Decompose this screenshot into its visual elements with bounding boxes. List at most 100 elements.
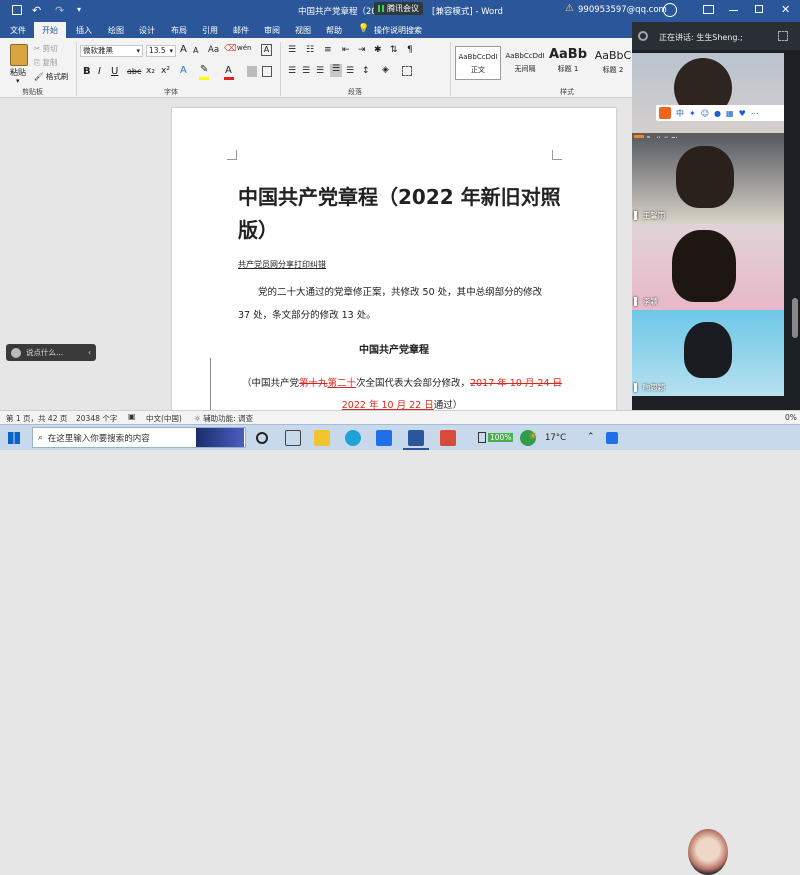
weather-temp[interactable]: 17°C (545, 433, 566, 443)
chat-bubble[interactable]: 说点什么... ‹ (6, 344, 96, 361)
word-count[interactable]: 20348 个字 (76, 413, 117, 424)
edge-icon[interactable] (345, 430, 361, 446)
distribute-icon[interactable]: ☰ (346, 66, 354, 76)
redo-icon[interactable]: ↷ (55, 4, 64, 17)
participant-name: ▌ 李颖 (634, 297, 658, 306)
minimize-icon[interactable] (729, 10, 738, 11)
zoom-level[interactable]: 0% (785, 413, 797, 422)
tab-home[interactable]: 开始 (34, 22, 66, 38)
tab-view[interactable]: 视图 (295, 25, 311, 36)
paste-dropdown-icon[interactable]: ▾ (16, 77, 20, 85)
grow-font-button[interactable]: A (180, 44, 187, 55)
highlight-icon[interactable]: ✎ (200, 64, 208, 75)
widgets-icon[interactable] (285, 430, 301, 446)
font-size-select[interactable]: 13.5 ▾ (146, 45, 176, 57)
save-icon[interactable] (12, 5, 22, 15)
shading-icon[interactable]: ◈ (382, 65, 389, 75)
italic-button[interactable]: I (98, 66, 101, 77)
panel-scrollbar[interactable] (792, 298, 798, 338)
ime-toolbar[interactable]: 中 ✦ ☺ ● ▦ ♥ ⋯ (656, 105, 784, 121)
page-count[interactable]: 第 1 页，共 42 页 (6, 413, 67, 424)
change-case-button[interactable]: Aa (208, 45, 219, 55)
show-marks-icon[interactable]: ¶ (407, 45, 413, 55)
style-no-spacing[interactable]: AaBbCcDdI 无间隔 (502, 46, 548, 80)
shrink-font-button[interactable]: A (193, 46, 198, 55)
cut-button[interactable]: ✂ 剪切 (34, 43, 58, 54)
participant-tile[interactable]: ▌ 陶思颖 (632, 310, 784, 396)
borders-icon[interactable] (402, 66, 412, 76)
tab-layout[interactable]: 布局 (171, 25, 187, 36)
proofing-icon[interactable]: ▣ (128, 412, 136, 421)
character-shading-icon[interactable] (247, 66, 257, 77)
align-right-icon[interactable]: ☰ (316, 66, 324, 76)
paste-icon[interactable] (10, 44, 28, 66)
tab-help[interactable]: 帮助 (326, 25, 342, 36)
tab-draw[interactable]: 绘图 (108, 25, 124, 36)
style-heading-2[interactable]: AaBbC 标题 2 (590, 46, 636, 80)
strikethrough-button[interactable]: abc (127, 67, 141, 76)
phonetic-guide-button[interactable]: wén (237, 44, 251, 52)
clear-format-icon[interactable]: ⌫ (224, 44, 237, 54)
search-highlight-image[interactable] (196, 428, 244, 447)
customize-qat-icon[interactable]: ▾ (77, 5, 81, 14)
task-view-icon[interactable] (256, 432, 268, 444)
app-icon[interactable] (440, 430, 456, 446)
document-page[interactable]: 中国共产党章程（2022 年新旧对照版） 共产党员网分享打印纠错 党的二十大通过… (172, 108, 616, 410)
align-left-icon[interactable]: ☰ (288, 66, 296, 76)
battery-indicator[interactable]: 100% (478, 432, 514, 443)
grid-view-icon[interactable] (778, 31, 788, 41)
tab-file[interactable]: 文件 (10, 25, 26, 36)
style-heading-1[interactable]: AaBb 标题 1 (545, 46, 591, 80)
justify-icon[interactable]: ☰ (330, 64, 342, 77)
format-painter-button[interactable]: 🖌 格式刷 (34, 71, 68, 82)
numbering-icon[interactable]: ☷ (306, 45, 314, 55)
tray-app-icon[interactable] (606, 432, 618, 444)
file-explorer-icon[interactable] (314, 430, 330, 446)
participant-tile[interactable]: ▌ 李颖 (632, 224, 784, 310)
tab-design[interactable]: 设计 (139, 25, 155, 36)
avatar[interactable] (663, 3, 677, 17)
undo-icon[interactable]: ↶ (32, 4, 41, 17)
sort-icon[interactable]: ⇅ (390, 45, 398, 55)
style-normal[interactable]: AaBbCcDdI 正文 (455, 46, 501, 80)
tray-chevron-icon[interactable]: ⌃ (587, 432, 595, 442)
bold-button[interactable]: B (83, 66, 91, 77)
line-spacing-icon[interactable]: ↕ (362, 66, 370, 76)
emoji-icon[interactable] (11, 347, 21, 358)
margin-corner-tl (227, 150, 237, 160)
multilevel-list-icon[interactable]: ≡ (324, 45, 332, 55)
font-name-select[interactable]: 微软雅黑 ▾ (80, 45, 143, 57)
text-effects-icon[interactable]: A (180, 65, 187, 76)
enclose-character-button[interactable]: A (261, 44, 272, 56)
meeting-badge[interactable]: 腾讯会议 (374, 2, 423, 15)
underline-button[interactable]: U (111, 66, 118, 77)
tab-mailings[interactable]: 邮件 (233, 25, 249, 36)
decrease-indent-icon[interactable]: ⇤ (342, 45, 350, 55)
chinese-layout-icon[interactable]: ✱ (374, 45, 382, 55)
increase-indent-icon[interactable]: ⇥ (358, 45, 366, 55)
warning-icon[interactable]: ⚠ (565, 3, 574, 14)
font-color-icon[interactable]: A (225, 65, 232, 76)
document-source[interactable]: 共产党员网分享打印纠错 (238, 259, 326, 270)
align-center-icon[interactable]: ☰ (302, 66, 310, 76)
ribbon-display-icon[interactable] (703, 5, 714, 14)
word-icon[interactable] (408, 430, 424, 446)
collapse-icon[interactable]: ‹ (88, 348, 96, 357)
tell-me-search[interactable]: 操作说明搜索 (374, 25, 422, 36)
tab-review[interactable]: 审阅 (264, 25, 280, 36)
account-name[interactable]: 990953597@qq.com (578, 5, 667, 15)
close-icon[interactable]: ✕ (781, 3, 790, 16)
participant-tile[interactable]: ▌ 王馨雨 (632, 138, 784, 224)
accessibility-status[interactable]: ☼ 辅助功能: 调查 (194, 413, 253, 424)
tab-insert[interactable]: 插入 (76, 25, 92, 36)
start-icon[interactable] (8, 432, 20, 444)
tab-references[interactable]: 引用 (202, 25, 218, 36)
maximize-icon[interactable] (755, 5, 763, 13)
subscript-button[interactable]: x₂ (146, 66, 155, 76)
copy-button[interactable]: ⎘ 复制 (34, 57, 57, 68)
tencent-meeting-icon[interactable] (376, 430, 392, 446)
character-border-icon[interactable] (262, 66, 272, 77)
language[interactable]: 中文(中国) (146, 413, 182, 424)
superscript-button[interactable]: x² (161, 66, 170, 76)
bullets-icon[interactable]: ☰ (288, 45, 296, 55)
